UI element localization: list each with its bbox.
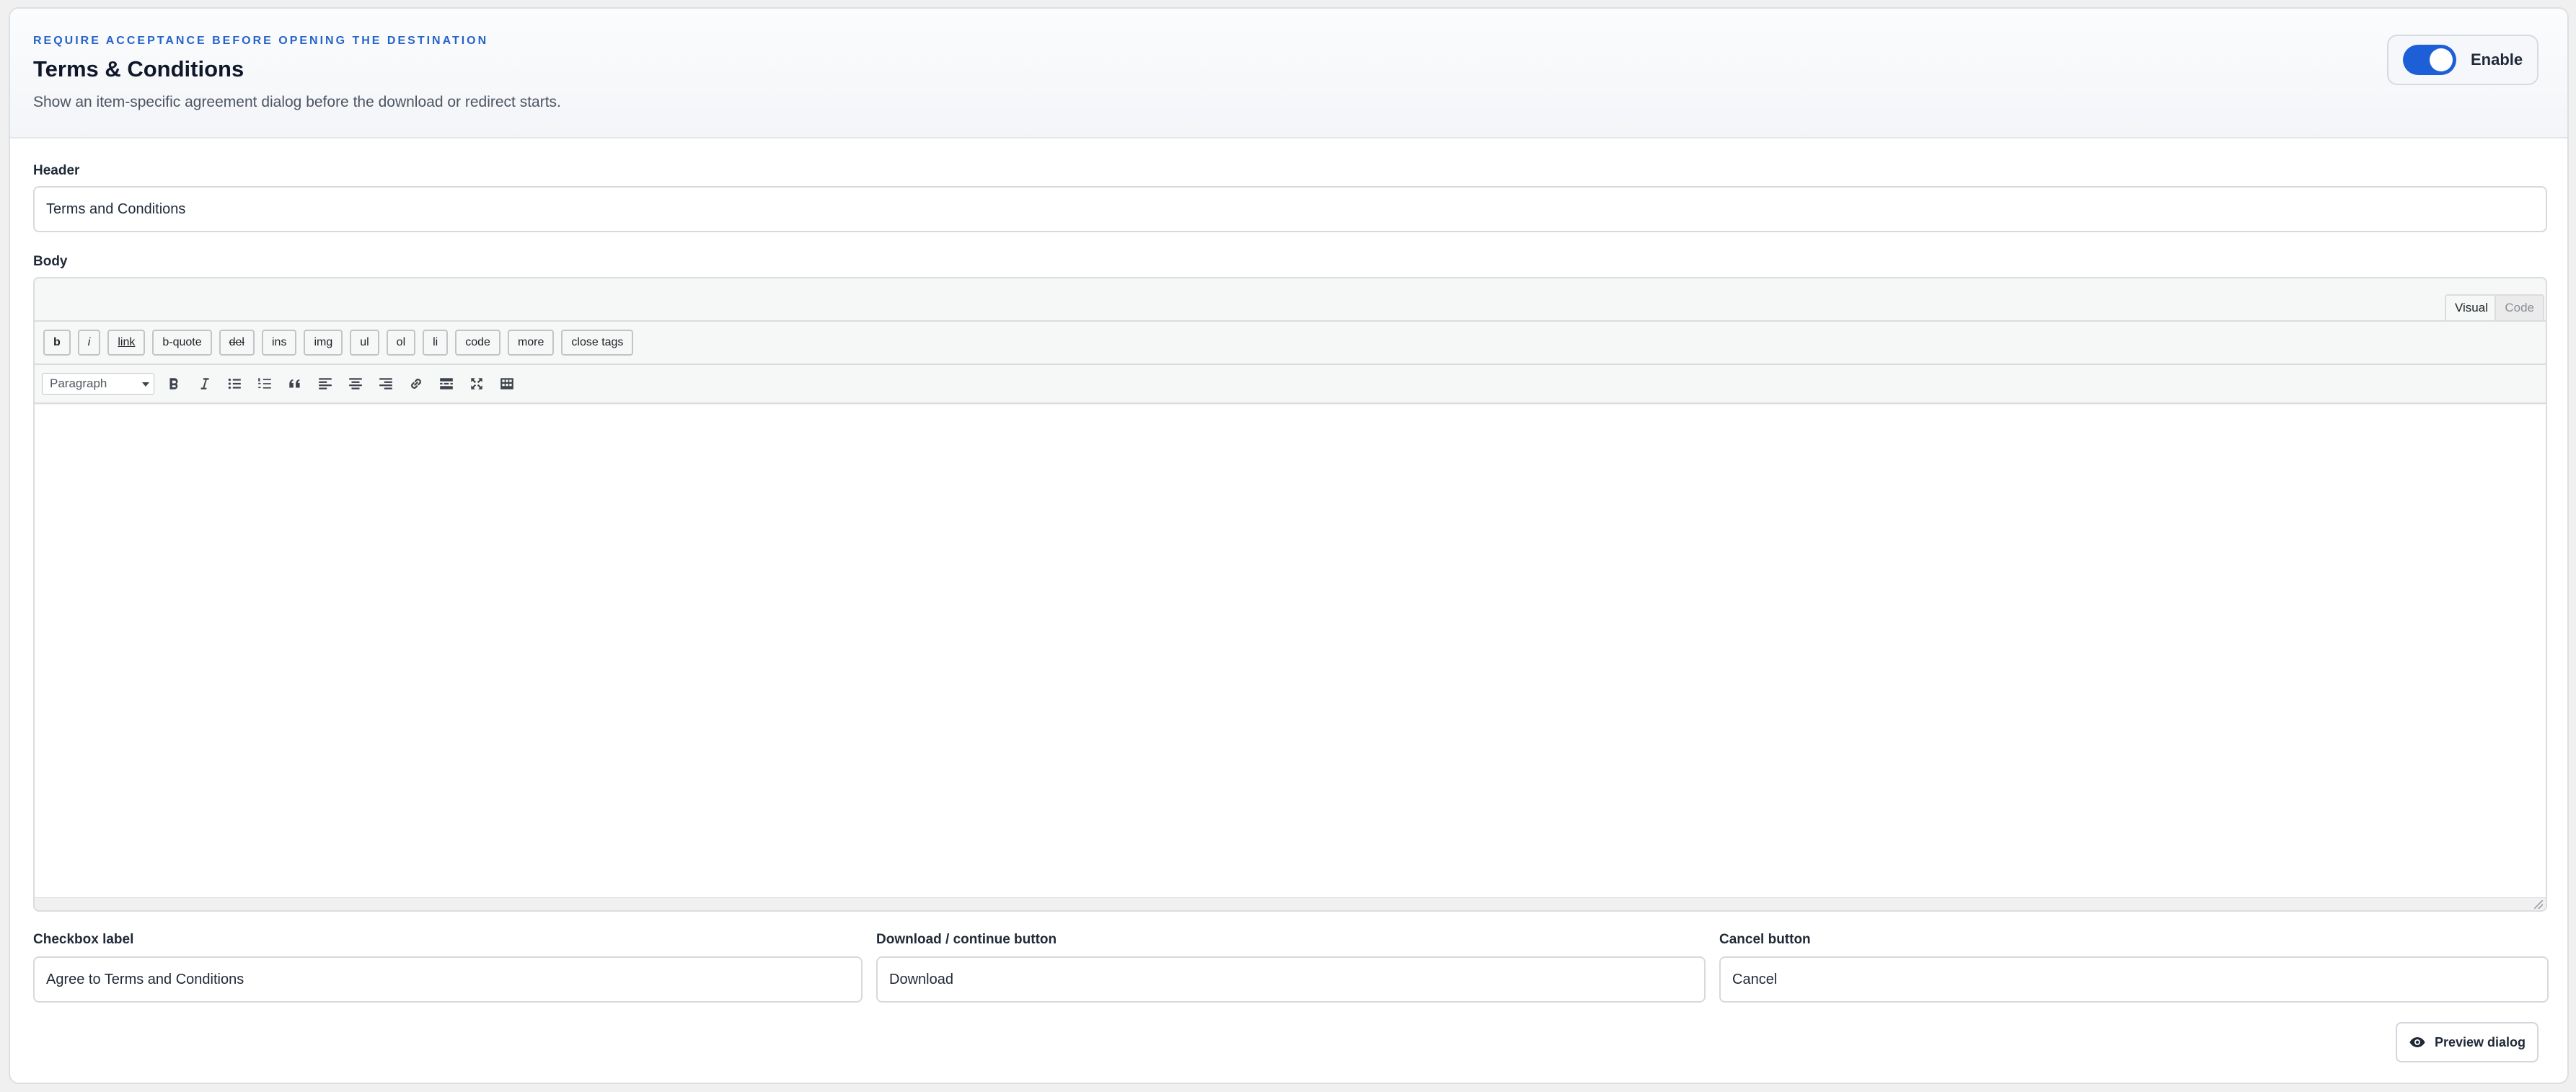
eyebrow-text: REQUIRE ACCEPTANCE BEFORE OPENING THE DE… <box>33 35 489 47</box>
align-center-icon[interactable] <box>345 373 366 395</box>
fullscreen-icon[interactable] <box>466 373 488 395</box>
qt-ins-button[interactable]: ins <box>261 330 297 356</box>
editor-content-area[interactable] <box>35 405 2546 897</box>
qt-link-button[interactable]: link <box>107 330 146 356</box>
checkbox-label-field-label: Checkbox label <box>33 932 134 947</box>
preview-dialog-label: Preview dialog <box>2434 1034 2526 1049</box>
body-editor: Visual Code b i link b-quote del ins img… <box>33 277 2547 912</box>
quicktags-toolbar: b i link b-quote del ins img ul ol li co… <box>35 320 2546 365</box>
numbered-list-icon[interactable] <box>254 373 275 395</box>
eye-icon <box>2409 1037 2425 1047</box>
qt-li-button[interactable]: li <box>423 330 449 356</box>
cancel-button-field-label: Cancel button <box>1719 932 1811 947</box>
continue-button-field-label: Download / continue button <box>876 932 1057 947</box>
qt-bold-button[interactable]: b <box>43 330 71 356</box>
toolbar-toggle-icon[interactable] <box>496 373 518 395</box>
qt-italic-button[interactable]: i <box>77 330 101 356</box>
preview-dialog-button[interactable]: Preview dialog <box>2396 1022 2538 1062</box>
qt-ol-button[interactable]: ol <box>386 330 416 356</box>
cancel-button-input[interactable]: Cancel <box>1719 956 2549 1003</box>
editor-statusbar <box>35 897 2546 910</box>
continue-button-input[interactable]: Download <box>876 956 1706 1003</box>
enable-label: Enable <box>2471 50 2523 69</box>
header-input[interactable]: Terms and Conditions <box>33 186 2547 232</box>
page-title: Terms & Conditions <box>33 56 244 82</box>
qt-close-tags-button[interactable]: close tags <box>561 330 634 356</box>
bullet-list-icon[interactable] <box>224 373 245 395</box>
qt-img-button[interactable]: img <box>304 330 343 356</box>
enable-toggle[interactable] <box>2403 45 2456 75</box>
tab-visual[interactable]: Visual <box>2445 294 2498 320</box>
body-field-label: Body <box>33 254 68 269</box>
qt-code-button[interactable]: code <box>455 330 500 356</box>
format-select[interactable]: Paragraph <box>42 373 154 395</box>
resize-handle-icon[interactable] <box>2534 900 2543 909</box>
enable-toggle-container[interactable]: Enable <box>2387 35 2538 85</box>
checkbox-label-input[interactable]: Agree to Terms and Conditions <box>33 956 863 1003</box>
italic-icon[interactable] <box>193 373 215 395</box>
link-icon[interactable] <box>405 373 427 395</box>
card-header: REQUIRE ACCEPTANCE BEFORE OPENING THE DE… <box>10 9 2567 138</box>
terms-conditions-card: REQUIRE ACCEPTANCE BEFORE OPENING THE DE… <box>9 7 2569 1084</box>
toggle-knob <box>2430 48 2453 71</box>
qt-blockquote-button[interactable]: b-quote <box>152 330 212 356</box>
format-select-value: Paragraph <box>50 377 107 390</box>
qt-ul-button[interactable]: ul <box>350 330 379 356</box>
tab-code[interactable]: Code <box>2495 294 2544 320</box>
align-left-icon[interactable] <box>314 373 336 395</box>
page-subtitle: Show an item-specific agreement dialog b… <box>33 94 561 110</box>
visual-toolbar: Paragraph <box>35 365 2546 404</box>
bold-icon[interactable] <box>163 373 185 395</box>
header-field-label: Header <box>33 163 80 178</box>
qt-more-button[interactable]: more <box>507 330 555 356</box>
blockquote-icon[interactable] <box>284 373 306 395</box>
qt-del-button[interactable]: del <box>219 330 255 356</box>
editor-tabs: Visual Code <box>35 278 2546 322</box>
align-right-icon[interactable] <box>375 373 397 395</box>
read-more-icon[interactable] <box>436 373 457 395</box>
chevron-down-icon <box>142 382 149 387</box>
